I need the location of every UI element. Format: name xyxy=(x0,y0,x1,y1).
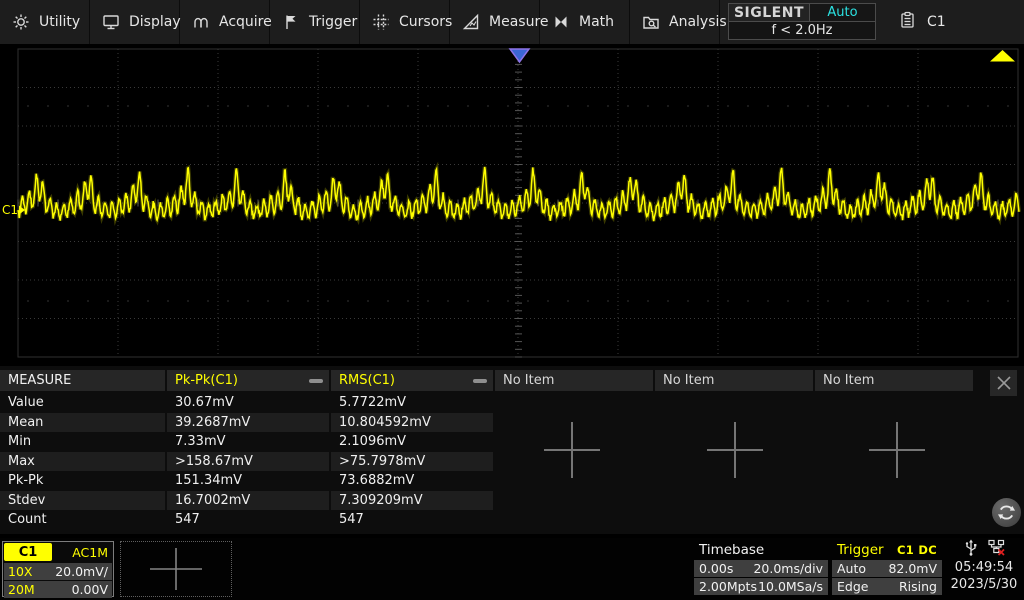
measure-panel: MEASURE Pk-Pk(C1) RMS(C1) No Item No Ite… xyxy=(0,366,1024,534)
waveform-display: C1 xyxy=(0,44,1024,366)
lan-disconnected-icon xyxy=(988,539,1005,560)
measure-header-row: MEASURE Pk-Pk(C1) RMS(C1) No Item No Ite… xyxy=(0,370,973,391)
channel-descriptor-c1[interactable]: C1 AC1M 10X 20.0mV/ 20M 0.00V xyxy=(2,541,114,597)
trigger-level-marker[interactable] xyxy=(990,50,1015,62)
menu-item-label: Math xyxy=(579,14,614,30)
menu-item-label: Cursors xyxy=(399,14,452,30)
active-channel-badge[interactable]: C1 xyxy=(900,0,946,44)
measure-column-pkpk[interactable]: Pk-Pk(C1) xyxy=(167,370,329,391)
remove-measure-icon[interactable] xyxy=(473,379,487,383)
add-measure-button[interactable] xyxy=(703,418,767,482)
menu-item-acquire[interactable]: Acquire xyxy=(180,0,270,44)
trigger-mode: Auto xyxy=(837,561,866,576)
acquire-icon xyxy=(192,13,210,31)
clipboard-icon xyxy=(900,11,915,33)
measure-column-rms[interactable]: RMS(C1) xyxy=(331,370,493,391)
siglent-logo: SIGLENT xyxy=(728,3,810,22)
menu-item-label: Utility xyxy=(39,14,80,30)
measure-icon xyxy=(462,13,480,31)
menu-item-label: Analysis xyxy=(669,14,727,30)
table-row: Min7.33mV2.1096mV xyxy=(0,432,493,452)
close-measure-panel-button[interactable] xyxy=(990,370,1017,396)
menu-item-analysis[interactable]: Analysis xyxy=(630,0,720,44)
math-icon xyxy=(552,13,570,31)
measure-column-empty-2[interactable]: No Item xyxy=(655,370,813,391)
measure-column-empty-3[interactable]: No Item xyxy=(815,370,973,391)
menu-item-measure[interactable]: Measure xyxy=(450,0,540,44)
display-icon xyxy=(102,13,120,31)
table-row: Stdev16.7002mV7.309209mV xyxy=(0,491,493,511)
close-icon xyxy=(996,375,1012,391)
menu-item-cursors[interactable]: Cursors xyxy=(360,0,450,44)
system-time: 05:49:54 xyxy=(945,560,1023,575)
status-bar: C1 AC1M 10X 20.0mV/ 20M 0.00V Timebase 0.0… xyxy=(0,538,1024,600)
plus-icon xyxy=(540,418,604,482)
menu-item-label: Display xyxy=(129,14,181,30)
plus-icon xyxy=(703,418,767,482)
channel-offset-label: C1 xyxy=(2,203,18,217)
table-row: Max>158.67mV>75.7978mV xyxy=(0,452,493,472)
channel-coupling: AC1M xyxy=(72,545,112,560)
scope-grid: C1 xyxy=(0,44,1024,366)
system-date: 2023/5/30 xyxy=(945,577,1023,592)
add-channel-button[interactable] xyxy=(120,541,232,597)
menu-item-utility[interactable]: Utility xyxy=(0,0,90,44)
vertical-scale: 20.0mV/ xyxy=(55,564,108,579)
table-row: Value30.67mV5.7722mV xyxy=(0,393,493,413)
cursors-icon xyxy=(372,13,390,31)
plus-icon xyxy=(865,418,929,482)
flag-icon xyxy=(282,13,300,31)
trigger-title: Trigger xyxy=(837,542,884,558)
gesture-dial-button[interactable] xyxy=(992,498,1021,527)
memory-depth: 2.00Mpts xyxy=(699,579,757,594)
refresh-icon xyxy=(997,503,1016,522)
table-row: Mean39.2687mV10.804592mV xyxy=(0,413,493,433)
measure-table: Value30.67mV5.7722mV Mean39.2687mV10.804… xyxy=(0,393,493,530)
usb-icon xyxy=(964,539,978,560)
timebase-delay: 0.00s xyxy=(699,561,733,576)
plus-icon xyxy=(144,546,208,592)
menu-item-math[interactable]: Math xyxy=(540,0,630,44)
measure-title: MEASURE xyxy=(0,370,165,391)
table-row: Pk-Pk151.34mV73.6882mV xyxy=(0,471,493,491)
timebase-descriptor[interactable]: Timebase 0.00s 20.0ms/div 2.00Mpts10.0MSa… xyxy=(694,541,828,597)
probe-attenuation: 10X xyxy=(8,564,32,579)
trigger-type: Edge xyxy=(837,579,868,594)
measure-column-empty-1[interactable]: No Item xyxy=(495,370,653,391)
menu-item-label: Acquire xyxy=(219,14,272,30)
trigger-position-marker[interactable] xyxy=(510,49,529,62)
timebase-scale: 20.0ms/div xyxy=(753,561,823,576)
analysis-icon xyxy=(642,13,660,31)
menu-bar: Utility Display Acquire Trigger Cursors xyxy=(0,0,1024,44)
vertical-offset: 0.00V xyxy=(72,582,108,597)
sample-rate: 10.0MSa/s xyxy=(758,579,823,594)
channel-name-badge: C1 xyxy=(4,543,52,561)
system-status: 05:49:54 2023/5/30 xyxy=(945,540,1023,598)
brand-cluster: SIGLENT Auto f < 2.0Hz xyxy=(728,3,878,40)
timebase-title: Timebase xyxy=(699,542,764,558)
menu-item-label: Trigger xyxy=(309,14,357,30)
menu-item-trigger[interactable]: Trigger xyxy=(270,0,360,44)
gear-icon xyxy=(12,13,30,31)
add-measure-button[interactable] xyxy=(540,418,604,482)
active-channel-label: C1 xyxy=(927,14,946,30)
oscilloscope-screen: Utility Display Acquire Trigger Cursors xyxy=(0,0,1024,600)
trigger-coupling: DC xyxy=(918,543,937,557)
trigger-slope: Rising xyxy=(899,579,937,594)
trigger-source: C1 xyxy=(897,543,914,557)
menu-item-display[interactable]: Display xyxy=(90,0,180,44)
trigger-descriptor[interactable]: Trigger C1 DC Auto 82.0mV Edge Rising xyxy=(832,541,942,597)
acquisition-status[interactable]: Auto xyxy=(810,3,876,22)
trigger-level: 82.0mV xyxy=(888,561,937,576)
remove-measure-icon[interactable] xyxy=(309,379,323,383)
bandwidth-limit: 20M xyxy=(8,582,35,597)
frequency-counter: f < 2.0Hz xyxy=(728,22,876,40)
table-row: Count547547 xyxy=(0,510,493,530)
add-measure-button[interactable] xyxy=(865,418,929,482)
